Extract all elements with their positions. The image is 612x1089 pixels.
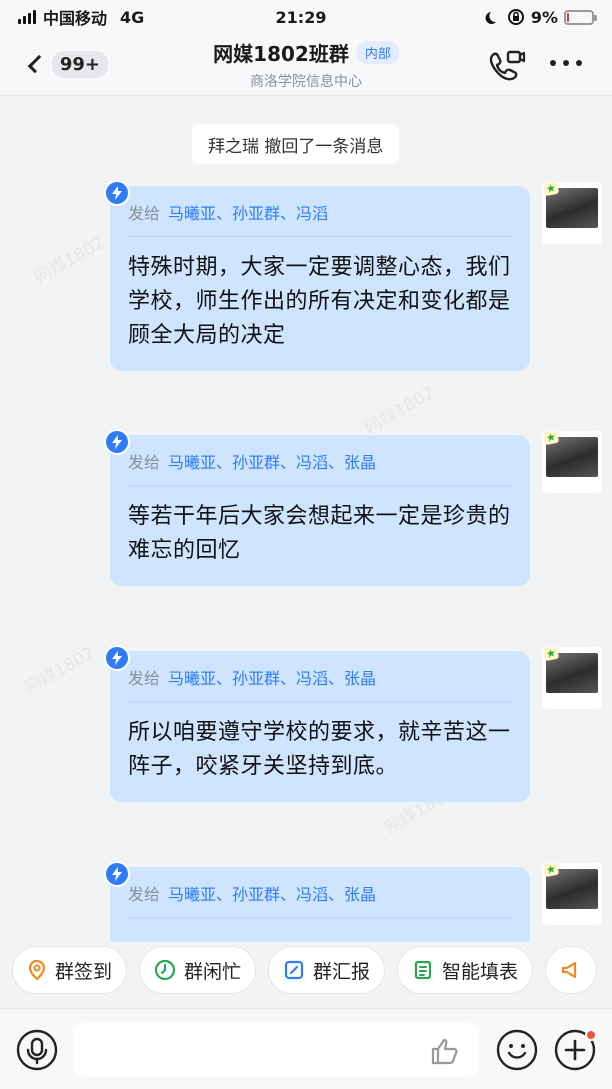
rotation-lock-icon	[507, 9, 524, 25]
unread-count-badge: 99+	[51, 50, 108, 78]
back-button[interactable]: 99+	[24, 46, 108, 82]
message-bubble[interactable]: 发给 马曦亚、孙亚群、冯滔、张晶 等若干年后大家会想起来一定是珍贵的难忘的回忆	[110, 435, 530, 586]
message-text: 等若干年后大家会想起来一定是珍贵的难忘的回忆	[128, 504, 511, 563]
recipients-line: 发给 马曦亚、孙亚群、冯滔、张晶	[128, 449, 512, 486]
avatar[interactable]: ★	[542, 182, 602, 244]
status-bar: 中国移动 4G 21:29 9%	[0, 0, 612, 34]
message-bubble[interactable]: 发给 马曦亚、孙亚群、冯滔、张晶	[110, 867, 530, 942]
title-area[interactable]: 网媒1802班群 内部 商洛学院信息中心	[150, 38, 462, 91]
chevron-left-icon	[27, 54, 47, 74]
message[interactable]: 发给 马曦亚、孙亚群、冯滔、张晶 ★	[104, 861, 602, 942]
emoji-icon[interactable]	[496, 1029, 538, 1071]
battery-percent: 9%	[530, 7, 558, 27]
availability-button[interactable]: 群闲忙	[139, 946, 257, 994]
clock: 21:29	[275, 7, 327, 27]
message-bubble[interactable]: 发给 马曦亚、孙亚群、冯滔 特殊时期，大家一定要调整心态，我们学校，师生作出的所…	[110, 186, 530, 371]
form-icon	[414, 960, 432, 980]
urgent-lightning-icon	[104, 180, 130, 206]
quick-action-label: 群闲忙	[184, 960, 242, 983]
group-title: 网媒1802班群	[213, 42, 349, 66]
quick-action-label: 智能填表	[442, 960, 519, 983]
recall-notice: 拜之瑞 撤回了一条消息	[192, 124, 400, 164]
clock-icon	[154, 959, 176, 981]
recipients-names[interactable]: 马曦亚、孙亚群、冯滔、张晶	[168, 665, 376, 689]
avatar[interactable]: ★	[542, 431, 602, 493]
message[interactable]: 发给 马曦亚、孙亚群、冯滔 特殊时期，大家一定要调整心态，我们学校，师生作出的所…	[104, 180, 602, 371]
message-text: 所以咱要遵守学校的要求，就辛苦这一阵子，咬紧牙关坚持到底。	[128, 720, 511, 779]
signal-icon	[18, 10, 36, 24]
recipients-prefix: 发给	[128, 453, 161, 472]
input-bar	[0, 1008, 612, 1089]
urgent-lightning-icon	[104, 645, 130, 671]
more-icon[interactable]	[550, 60, 582, 66]
phone-video-call-icon[interactable]	[486, 48, 526, 84]
watermark: 网媒1802	[31, 232, 109, 289]
thumbs-up-icon[interactable]	[430, 1037, 460, 1065]
check-in-button[interactable]: 群签到	[12, 946, 128, 994]
report-edit-icon	[284, 960, 304, 980]
recipients-line: 发给 马曦亚、孙亚群、冯滔	[128, 200, 512, 237]
watermark: 网媒1802	[361, 382, 439, 439]
smart-form-button[interactable]: 智能填表	[397, 946, 534, 994]
megaphone-icon	[561, 961, 577, 979]
message-input[interactable]	[74, 1023, 478, 1077]
message[interactable]: 发给 马曦亚、孙亚群、冯滔、张晶 等若干年后大家会想起来一定是珍贵的难忘的回忆 …	[104, 429, 602, 586]
notification-dot	[585, 1029, 597, 1041]
message[interactable]: 发给 马曦亚、孙亚群、冯滔、张晶 所以咱要遵守学校的要求，就辛苦这一阵子，咬紧牙…	[104, 645, 602, 802]
urgent-lightning-icon	[104, 861, 130, 887]
recipients-line: 发给 马曦亚、孙亚群、冯滔、张晶	[128, 881, 512, 918]
network-label: 4G	[120, 7, 145, 27]
recipients-names[interactable]: 马曦亚、孙亚群、冯滔、张晶	[168, 449, 376, 473]
moon-icon	[485, 12, 496, 24]
carrier-label: 中国移动	[43, 9, 108, 28]
message-bubble[interactable]: 发给 马曦亚、孙亚群、冯滔、张晶 所以咱要遵守学校的要求，就辛苦这一阵子，咬紧牙…	[110, 651, 530, 802]
location-pin-icon	[28, 959, 46, 981]
report-button[interactable]: 群汇报	[268, 946, 386, 994]
recipients-prefix: 发给	[128, 885, 161, 904]
chat-header: 99+ 网媒1802班群 内部 商洛学院信息中心	[0, 34, 612, 96]
recipients-prefix: 发给	[128, 669, 161, 688]
microphone-icon[interactable]	[16, 1029, 58, 1071]
announcement-button[interactable]	[545, 946, 598, 994]
avatar[interactable]: ★	[542, 647, 602, 709]
recipients-names[interactable]: 马曦亚、孙亚群、冯滔、张晶	[168, 881, 376, 905]
quick-actions-bar: 群签到 群闲忙 群汇报 智能填表	[0, 946, 612, 1008]
urgent-lightning-icon	[104, 429, 130, 455]
message-text: 特殊时期，大家一定要调整心态，我们学校，师生作出的所有决定和变化都是顾全大局的决…	[128, 255, 511, 348]
recipients-line: 发给 马曦亚、孙亚群、冯滔、张晶	[128, 665, 512, 702]
quick-action-label: 群签到	[55, 960, 113, 983]
battery-icon	[564, 9, 597, 25]
avatar[interactable]: ★	[542, 863, 602, 925]
quick-action-label: 群汇报	[313, 960, 371, 983]
watermark: 网媒1802	[21, 642, 99, 699]
recipients-names[interactable]: 马曦亚、孙亚群、冯滔	[168, 200, 328, 224]
recipients-prefix: 发给	[128, 204, 161, 223]
internal-tag: 内部	[356, 41, 399, 64]
message-list[interactable]: 网媒1802 网媒1802 网媒1802 网媒1802 拜之瑞 撤回了一条消息 …	[0, 96, 612, 942]
group-subtitle: 商洛学院信息中心	[250, 74, 362, 90]
